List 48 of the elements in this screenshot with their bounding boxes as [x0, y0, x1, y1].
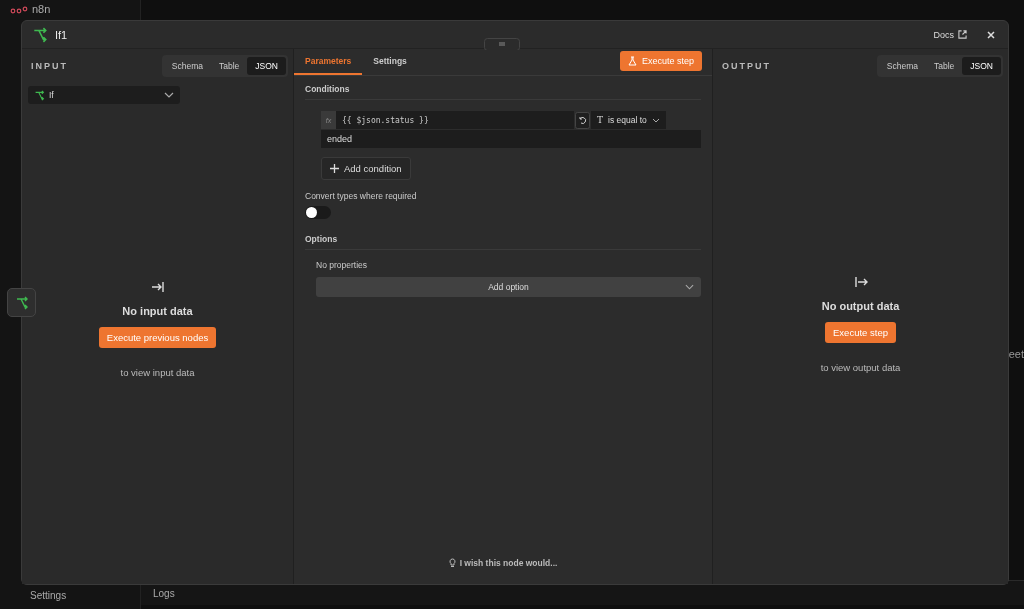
- section-label: Options: [305, 234, 701, 250]
- feedback-link[interactable]: I wish this node would...: [448, 558, 558, 568]
- branch-icon: [14, 295, 29, 310]
- panel-tab[interactable]: Settings: [362, 56, 418, 75]
- view-tab[interactable]: Table: [926, 57, 963, 75]
- view-tab[interactable]: Schema: [163, 57, 211, 75]
- refresh-icon[interactable]: [575, 111, 590, 129]
- panel-heading: INPUT: [31, 61, 68, 71]
- toggle-label: Convert types where required: [305, 191, 418, 201]
- empty-title: No input data: [122, 305, 193, 317]
- chevron-down-icon: [164, 92, 174, 98]
- chevron-down-icon: [685, 284, 694, 290]
- node-chip[interactable]: [7, 288, 36, 317]
- arrow-to-bar-icon: [150, 281, 165, 293]
- drag-handle-icon[interactable]: [484, 38, 520, 50]
- view-tab[interactable]: JSON: [962, 57, 1001, 75]
- lightbulb-icon: [448, 558, 456, 568]
- empty-text: No properties: [316, 260, 369, 270]
- section-label: Conditions: [305, 84, 701, 100]
- branch-icon: [34, 89, 45, 101]
- settings-link[interactable]: Settings: [30, 590, 67, 601]
- value-field[interactable]: ended: [321, 130, 701, 148]
- view-tab[interactable]: JSON: [247, 57, 286, 75]
- arrow-from-bar-icon: [853, 276, 868, 288]
- node-select[interactable]: If: [28, 86, 180, 104]
- panel-tab[interactable]: Parameters: [294, 56, 363, 75]
- docs-link[interactable]: Docs: [933, 29, 967, 40]
- canvas-text: eet: [1008, 348, 1024, 360]
- plus-icon: [330, 164, 339, 173]
- add-condition-button[interactable]: Add condition: [321, 157, 411, 180]
- close-icon[interactable]: [986, 29, 996, 40]
- view-tab[interactable]: Table: [211, 57, 248, 75]
- operator-select[interactable]: T is equal to: [591, 111, 666, 129]
- empty-title: No output data: [821, 300, 900, 312]
- external-link-icon: [958, 30, 967, 39]
- toggle-switch[interactable]: [305, 206, 331, 219]
- chevron-down-icon: [651, 117, 660, 123]
- empty-hint: to view output data: [820, 362, 901, 373]
- view-tab[interactable]: Schema: [878, 57, 926, 75]
- empty-hint: to view input data: [120, 367, 195, 378]
- flask-icon: [627, 56, 637, 66]
- panel-heading: OUTPUT: [722, 61, 771, 71]
- app-name: n8n: [32, 3, 51, 16]
- logs-label[interactable]: Logs: [153, 587, 175, 599]
- branch-icon: [32, 26, 48, 43]
- logo-icon: [10, 5, 28, 14]
- modal-title: If1: [55, 28, 68, 41]
- add-option-select[interactable]: Add option: [316, 277, 701, 297]
